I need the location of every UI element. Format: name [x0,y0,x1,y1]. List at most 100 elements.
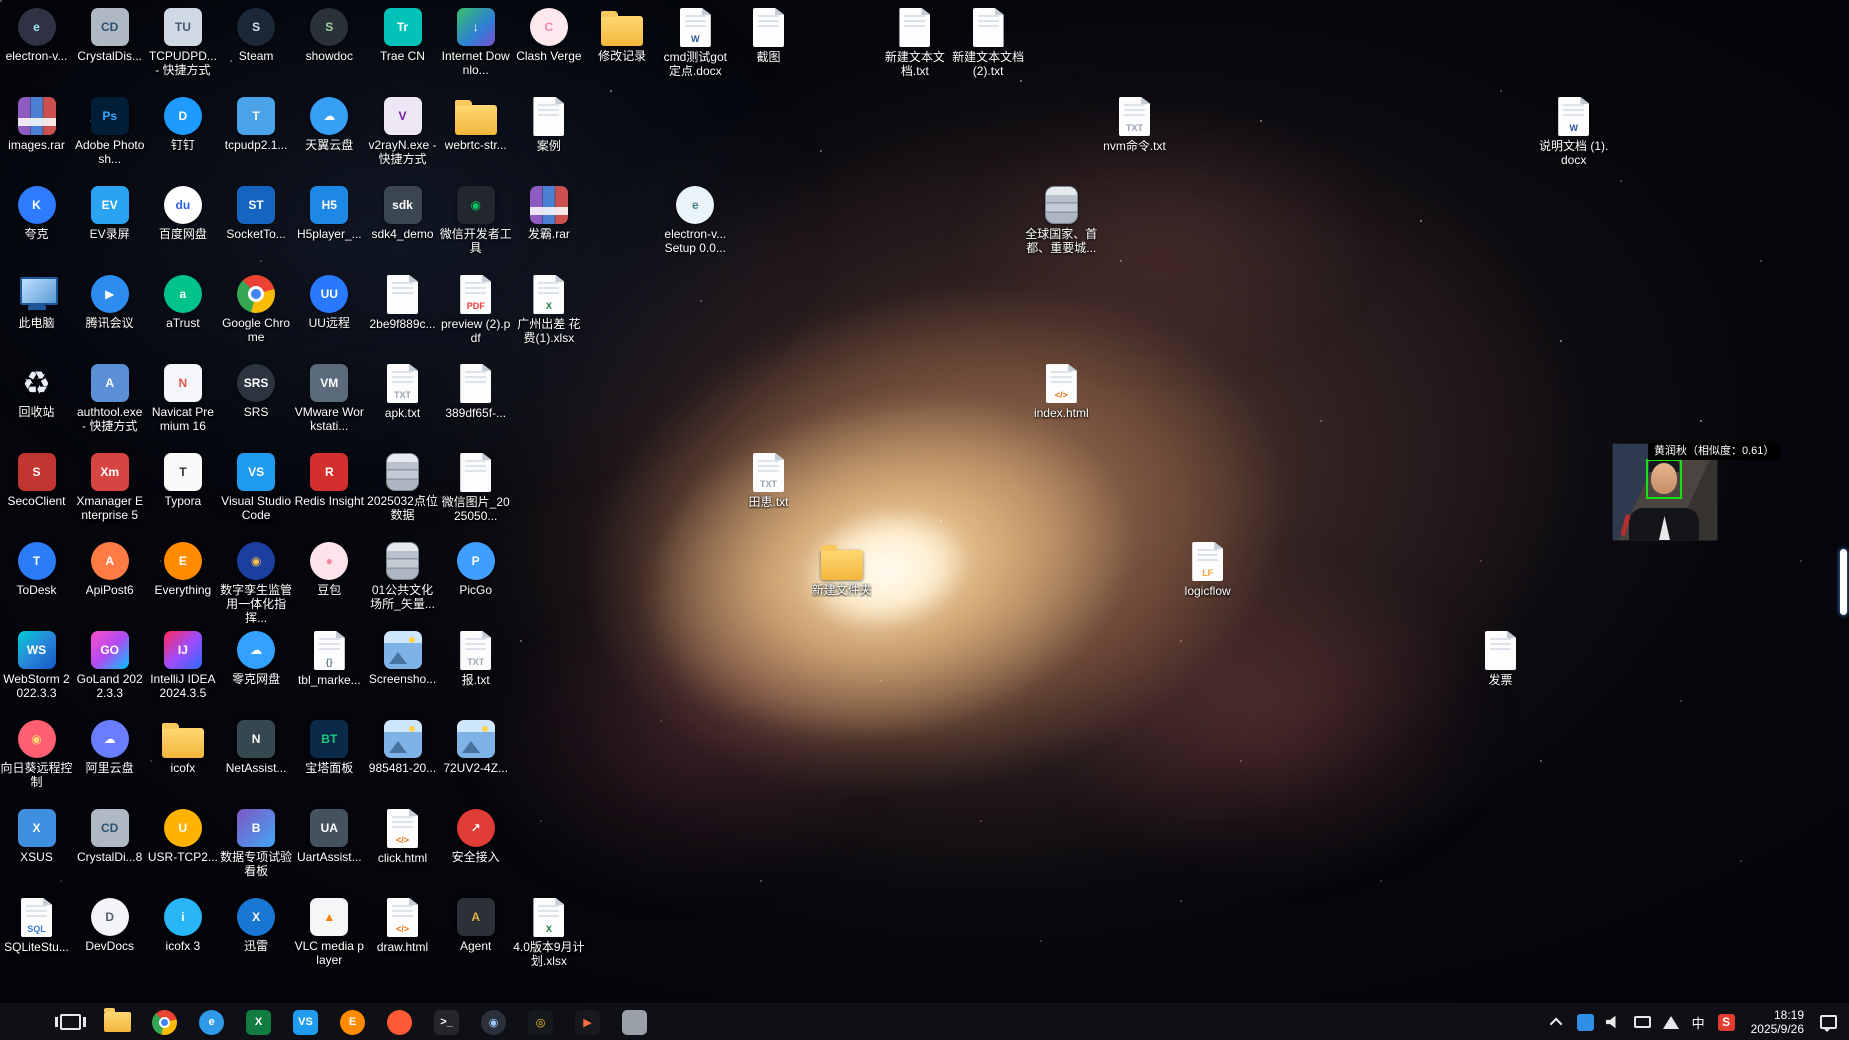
desktop-icon-tianyi-cloud[interactable]: ☁天翼云盘 [293,95,366,152]
desktop-icon-file-389df65f[interactable]: 389df65f-... [439,362,512,420]
desktop-icon-intellij-idea[interactable]: IJIntelliJ IDEA 2024.3.5 [146,629,219,700]
desktop-icon-authtool[interactable]: Aauthtool.exe - 快捷方式 [73,362,146,433]
desktop-icon-jietu[interactable]: 截图 [732,6,805,64]
sogou-input-icon[interactable]: S [1718,1014,1735,1031]
everything-search-taskbar-button[interactable]: E [329,1004,376,1040]
desktop-icon-icofx-folder[interactable]: icofx [146,718,219,775]
tray-expand-icon[interactable] [1549,1017,1562,1030]
desktop-icon-wechat-devtools[interactable]: ◉微信开发者工具 [439,184,512,255]
desktop-icon-todesk[interactable]: TToDesk [0,540,73,597]
desktop-icon-preview-pdf[interactable]: PDFpreview (2).pdf [439,273,512,345]
desktop-icon-secoclient[interactable]: SSecoClient [0,451,73,508]
desktop-icon-tbl-marker[interactable]: {}tbl_marke... [293,629,366,687]
desktop-icon-data-dashboard[interactable]: B数据专项试验看板 [220,807,293,878]
volume-icon[interactable] [1606,1015,1622,1029]
desktop-icon-img-985481[interactable]: 985481-20... [366,718,439,775]
desktop-icon-anli[interactable]: 案例 [512,95,585,153]
desktop-icon-click-html[interactable]: </>click.html [366,807,439,865]
desktop-icon-file-2be9f889c[interactable]: 2be9f889c... [366,273,439,331]
desktop-icon-images-rar[interactable]: images.rar [0,95,73,152]
wifi-icon[interactable] [1663,1016,1679,1029]
desktop-icon-xiugai-folder[interactable]: 修改记录 [586,6,659,63]
desktop-icon-sdk4-demo[interactable]: sdksdk4_demo [366,184,439,241]
desktop-icon-sockettool[interactable]: STSocketTo... [220,184,293,241]
desktop-icon-secure-access[interactable]: ↗安全接入 [439,807,512,864]
desktop-icon-shuoming-docx[interactable]: W说明文档 (1).docx [1537,95,1610,167]
desktop-icon-vmware[interactable]: VMVMware Workstati... [293,362,366,433]
desktop-icon-wechat-image[interactable]: 微信图片_2025050... [439,451,512,523]
taskbar-clock[interactable]: 18:19 2025/9/26 [1751,1008,1804,1036]
network-icon[interactable] [1634,1016,1651,1028]
ime-indicator[interactable]: 中 [1692,1013,1705,1032]
desktop-icon-bao-txt[interactable]: TXT报.txt [439,629,512,687]
desktop-icon-vscode[interactable]: VSVisual Studio Code [220,451,293,522]
desktop-icon-new-folder[interactable]: 新建文件夹 [805,540,878,597]
desktop-icon-clash-verge[interactable]: CClash Verge [512,6,585,63]
desktop-icon-nvm-txt[interactable]: TXTnvm命令.txt [1098,95,1171,153]
orange-circle-app-taskbar-button[interactable] [376,1004,423,1040]
desktop-icon-redis-insight[interactable]: RRedis Insight [293,451,366,508]
tray-blue-app-icon[interactable] [1577,1014,1594,1031]
desktop-icon-tencent-meeting[interactable]: ▶腾讯会议 [73,273,146,330]
desktop-icon-xunlei[interactable]: X迅雷 [220,896,293,953]
desktop-icon-ev-recorder[interactable]: EVEV录屏 [73,184,146,241]
desktop-icon-screenshot-file[interactable]: Screensho... [366,629,439,686]
desktop-icon-photoshop[interactable]: PsAdobe Photosh... [73,95,146,166]
desktop-icon-this-pc[interactable]: 此电脑 [0,273,73,330]
desktop-icon-usr-tcp[interactable]: UUSR-TCP2... [146,807,219,864]
desktop-icon-tcpudp-debug[interactable]: TUTCPUDPD... - 快捷方式 [146,6,219,77]
desktop-icon-agent[interactable]: AAgent [439,896,512,953]
desktop-icon-public-culture-db[interactable]: 01公共文化场所_矢量... [366,540,439,611]
desktop-icon-tianhui-txt[interactable]: TXT田恵.txt [732,451,805,509]
desktop-icon-baidu-netdisk[interactable]: du百度网盘 [146,184,219,241]
desktop-icon-devdocs[interactable]: DDevDocs [73,896,146,953]
desktop-icon-webrtc-folder[interactable]: webrtc-str... [439,95,512,152]
desktop-icon-new-txt-1[interactable]: 新建文本文档.txt [878,6,951,78]
desktop-icon-apk-txt[interactable]: TXTapk.txt [366,362,439,420]
desktop-icon-xmanager[interactable]: XmXmanager Enterprise 5 [73,451,146,522]
desktop-icon-faba-rar[interactable]: 发霸.rar [512,184,585,241]
edge-slider[interactable] [1840,549,1847,615]
desktop-icon-h5player[interactable]: H5H5player_... [293,184,366,241]
desktop-icon-picgo[interactable]: PPicGo [439,540,512,597]
desktop-icon-electron-setup[interactable]: eelectron-v... Setup 0.0... [659,184,732,255]
task-view-taskbar-button[interactable] [47,1004,94,1040]
desktop-icon-aliyun-drive[interactable]: ☁阿里云盘 [73,718,146,775]
desktop-icon-point-data-2025032[interactable]: 2025032点位数据 [366,451,439,522]
desktop-icon-sunflower-remote[interactable]: ◉向日葵远程控制 [0,718,73,789]
desktop-icon-trae-cn[interactable]: TrTrae CN [366,6,439,63]
desktop-icon-tcpudp2[interactable]: Ttcpudp2.1... [220,95,293,152]
desktop-icon-netassist[interactable]: NNetAssist... [220,718,293,775]
desktop-icon-draw-html[interactable]: </>draw.html [366,896,439,954]
desktop-icon-guangzhou-xlsx[interactable]: X广州出差 花费(1).xlsx [512,273,585,345]
desktop-icon-doubao[interactable]: ●豆包 [293,540,366,597]
desktop-icon-vlc[interactable]: ▲VLC media player [293,896,366,967]
chrome-taskbar-button[interactable] [141,1004,188,1040]
desktop-icon-new-txt-2[interactable]: 新建文本文档 (2).txt [952,6,1025,78]
desktop-icon-crystaldiskinfo8[interactable]: CDCrystalDi...8 [73,807,146,864]
desktop-icon-sqlitestudio[interactable]: SQLSQLiteStu... [0,896,73,954]
desktop-icon-digital-twin[interactable]: ◉数字孪生监管用一体化指挥... [220,540,293,625]
edge-browser-taskbar-button[interactable]: e [188,1004,235,1040]
start-taskbar-button[interactable] [0,1004,47,1040]
capture-tool-taskbar-button[interactable] [611,1004,658,1040]
desktop-icon-index-html[interactable]: </>index.html [1025,362,1098,420]
vscode-taskbar-button[interactable]: VS [282,1004,329,1040]
excel-taskbar-button[interactable]: X [235,1004,282,1040]
dark-circle-app-taskbar-button[interactable]: ◉ [470,1004,517,1040]
desktop-icon-v4-plan-xlsx[interactable]: X4.0版本9月计划.xlsx [512,896,585,968]
desktop-icon-steam[interactable]: SSteam [220,6,293,63]
desktop-icon-global-countries-db[interactable]: 全球国家、首都、重要城... [1025,184,1098,255]
pinwheel-app-taskbar-button[interactable]: ◎ [517,1004,564,1040]
desktop-icon-chrome[interactable]: Google Chrome [220,273,293,344]
media-player-taskbar-button[interactable]: ▶ [564,1004,611,1040]
file-explorer-taskbar-button[interactable] [94,1004,141,1040]
desktop-icon-quark[interactable]: K夸克 [0,184,73,241]
terminal-taskbar-button[interactable]: >_ [423,1004,470,1040]
desktop-icon-atrust[interactable]: aaTrust [146,273,219,330]
desktop-icon-v2rayn[interactable]: Vv2rayN.exe - 快捷方式 [366,95,439,166]
notification-center-icon[interactable] [1820,1015,1837,1029]
desktop-icon-everything[interactable]: EEverything [146,540,219,597]
desktop-icon-showdoc[interactable]: Sshowdoc [293,6,366,63]
desktop-icon-cmd-test-docx[interactable]: Wcmd测试got定点.docx [659,6,732,78]
